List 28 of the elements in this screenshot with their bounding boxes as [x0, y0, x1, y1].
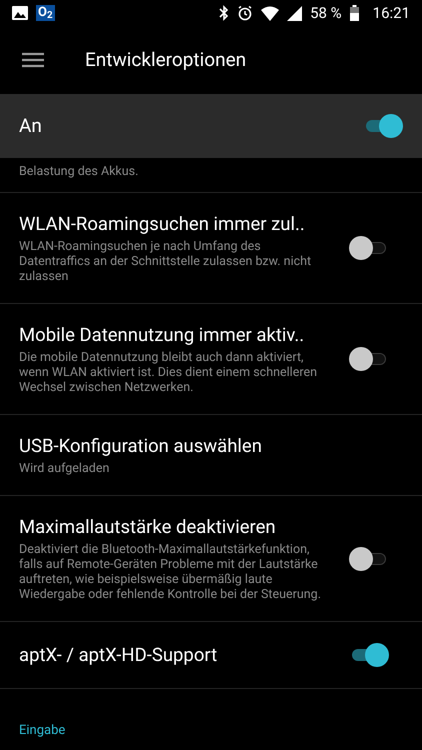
setting-row[interactable]: USB-Konfiguration auswählen Wird aufgeladen: [0, 415, 422, 496]
setting-summary: Belastung des Akkus.: [19, 164, 138, 179]
menu-icon[interactable]: [22, 52, 44, 68]
battery-percent: 58 %: [310, 2, 342, 24]
setting-title: aptX- / aptX-HD-Support: [19, 643, 218, 667]
clock-time: 16:21: [372, 2, 410, 24]
image-icon: [12, 6, 28, 20]
setting-row[interactable]: Mobile Datennutzung immer aktiv.. Die mobile Datennutzung bleibt auch dann aktiviert, wenn WLAN aktiviert ist. Dies dient einem schnelleren Wechsel zwischen Netzwerken.: [0, 304, 422, 415]
toolbar-title: Entwickleroptionen: [85, 46, 246, 73]
alarm-icon: [237, 5, 254, 21]
setting-summary: Die mobile Datennutzung bleibt auch dann aktiviert, wenn WLAN aktiviert ist. Dies dient einem schnelleren Wechsel zwischen Netzwerken.: [19, 350, 318, 395]
setting-title: Maximallautstärke deaktivieren: [19, 515, 277, 539]
setting-summary: WLAN-Roamingsuchen je nach Umfang des Datentraffics an der Schnittstelle zulassen bzw. nicht zulassen: [19, 239, 312, 284]
category-header: Eingabe: [19, 723, 66, 738]
setting-title: Mobile Datennutzung immer aktiv..: [19, 323, 306, 347]
setting-title: USB-Konfiguration auswählen: [19, 434, 263, 458]
wifi-icon: [261, 6, 280, 20]
master-switch-bar[interactable]: An: [0, 94, 422, 158]
setting-row[interactable]: aptX- / aptX-HD-Support: [0, 622, 422, 689]
setting-summary: Wird aufgeladen: [19, 461, 110, 476]
master-switch-label: An: [19, 112, 42, 139]
signal-icon: [287, 6, 302, 20]
setting-title: WLAN-Roamingsuchen immer zul..: [19, 212, 306, 236]
setting-row[interactable]: WLAN-Roamingsuchen immer zul.. WLAN-Roamingsuchen je nach Umfang des Datentraffics an der Schnittstelle zulassen bzw. nicht zulassen: [0, 193, 422, 304]
battery-icon: [350, 5, 359, 21]
carrier-logo: O$_{2}$: [36, 5, 55, 21]
setting-summary: Deaktiviert die Bluetooth-Maximallautstärkefunktion, falls auf Remote-Geräten Probleme mit der Lautstärke auftreten, wie beispielsweise übermäßig laute Wiedergabe oder fehlende Kontrolle bei der Steuerung.: [19, 542, 322, 602]
bluetooth-icon: [219, 5, 230, 21]
